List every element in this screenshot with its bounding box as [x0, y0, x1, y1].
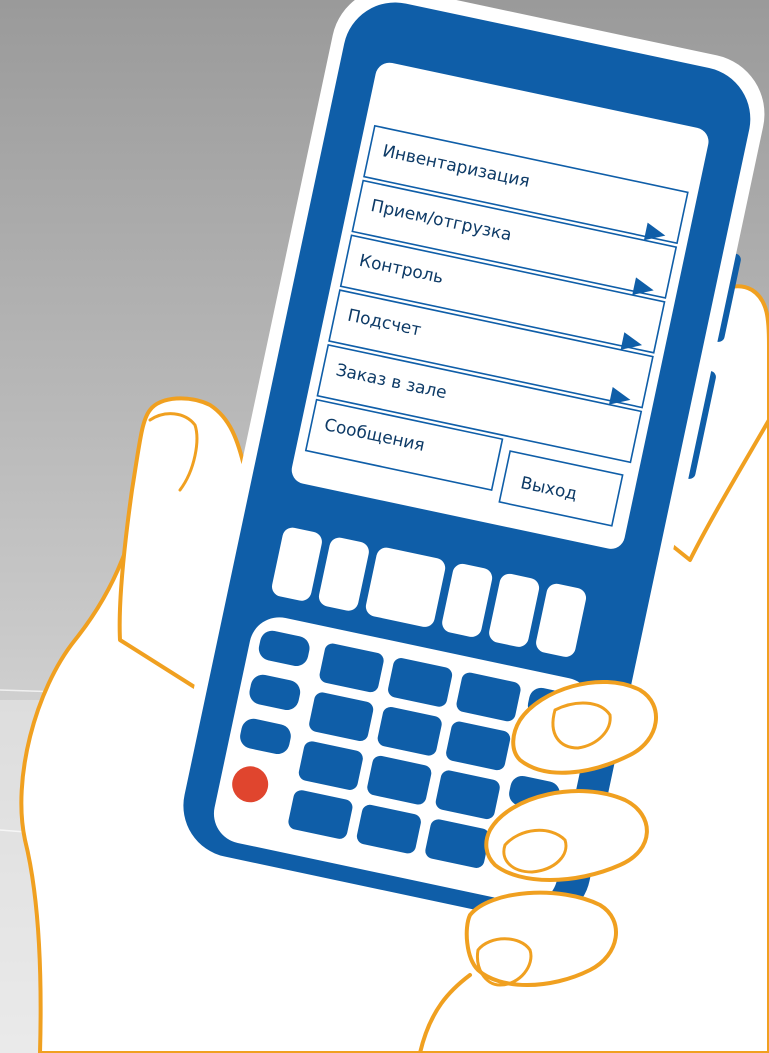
soft-key[interactable] — [364, 546, 447, 629]
illustration-stage: Инвентаризация Прием/отгрузка Контроль П… — [0, 0, 769, 1053]
hand-holding-terminal-illustration: Инвентаризация Прием/отгрузка Контроль П… — [0, 0, 769, 1053]
